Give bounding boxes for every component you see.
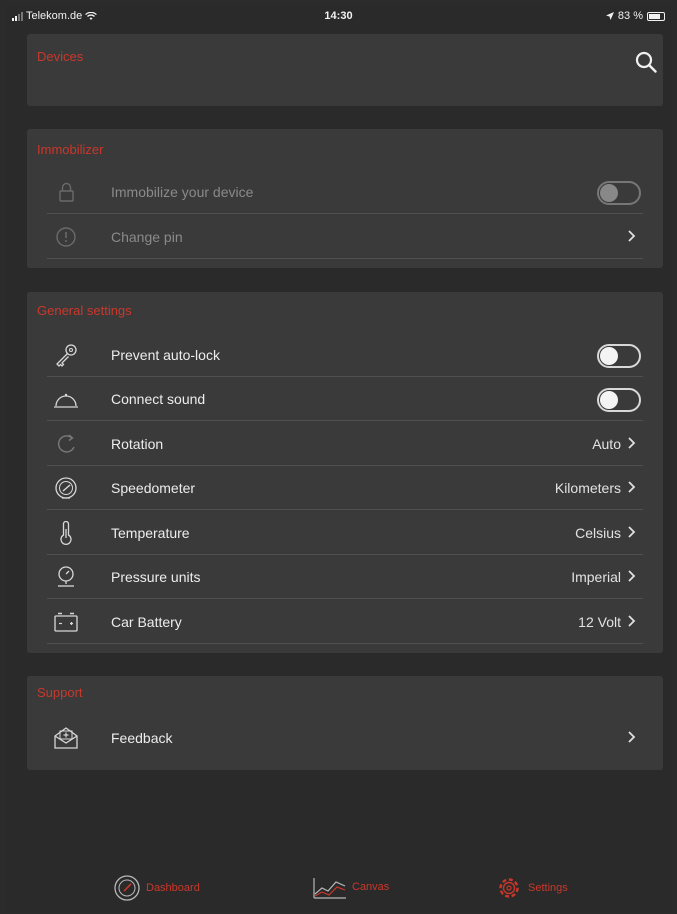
immobilize-device-row[interactable]: Immobilize your device <box>47 170 653 214</box>
car-battery-label: Car Battery <box>111 614 182 630</box>
immobilize-toggle[interactable] <box>597 181 641 205</box>
tab-dashboard-label: Dashboard <box>146 882 200 894</box>
clock: 14:30 <box>324 10 353 22</box>
prevent-auto-lock-toggle[interactable] <box>597 344 641 368</box>
dashboard-icon <box>114 875 140 901</box>
toggle-knob <box>600 184 618 202</box>
status-bar: Telekom.de 14:30 83 % <box>6 6 671 28</box>
key-icon <box>56 344 77 367</box>
search-icon[interactable] <box>635 51 657 73</box>
tab-canvas-label: Canvas <box>352 881 390 893</box>
speedometer-row[interactable]: Speedometer Kilometers <box>47 466 653 510</box>
toggle-knob <box>600 391 618 409</box>
feedback-row[interactable]: Feedback <box>47 716 653 760</box>
devices-title: Devices <box>37 49 84 64</box>
divider <box>47 509 643 510</box>
divider <box>47 420 643 421</box>
thermometer-icon <box>60 521 72 545</box>
connect-sound-label: Connect sound <box>111 391 206 407</box>
tab-settings-active[interactable]: Settings <box>494 874 568 902</box>
toggle-knob <box>600 347 618 365</box>
connect-sound-toggle[interactable] <box>597 388 641 412</box>
change-pin-label: Change pin <box>111 229 183 245</box>
chart-icon <box>313 878 346 899</box>
battery-icon <box>54 612 78 632</box>
chevron-right-icon <box>628 481 636 493</box>
pressure-units-row[interactable]: Pressure units Imperial <box>47 555 653 599</box>
divider <box>47 643 643 644</box>
prevent-auto-lock-row[interactable]: Prevent auto-lock <box>47 333 653 377</box>
temperature-label: Temperature <box>111 525 190 541</box>
chevron-right-icon <box>628 526 636 538</box>
pressure-units-label: Pressure units <box>111 569 201 585</box>
rotation-label: Rotation <box>111 436 164 452</box>
feedback-label: Feedback <box>111 730 173 746</box>
chevron-right-icon <box>628 731 636 743</box>
chevron-right-icon <box>628 615 636 627</box>
pin-icon <box>56 227 76 247</box>
change-pin-row[interactable]: Change pin <box>47 215 653 259</box>
app-frame: Telekom.de 14:30 83 % Devices Immobilize… <box>6 6 671 912</box>
speedometer-label: Speedometer <box>111 480 196 496</box>
tab-bar: Dashboard Canvas Settings <box>6 852 671 912</box>
tab-dashboard[interactable]: Dashboard <box>112 874 200 902</box>
car-battery-value: 12 Volt <box>578 614 621 630</box>
divider <box>47 213 643 214</box>
feedback-icon <box>54 727 78 749</box>
location-arrow-icon <box>605 12 614 20</box>
rotation-icon <box>57 434 75 453</box>
battery-status-icon <box>647 11 665 21</box>
chevron-right-icon <box>628 437 636 449</box>
speedometer-icon <box>55 477 77 499</box>
connect-sound-row[interactable]: Connect sound <box>47 377 653 421</box>
rotation-value: Auto <box>592 436 621 452</box>
chevron-right-icon <box>628 230 636 242</box>
tab-settings-label: Settings <box>528 882 568 894</box>
tab-canvas[interactable]: Canvas <box>312 874 389 900</box>
divider <box>47 598 643 599</box>
support-section: Support Feedback <box>27 676 663 770</box>
bell-icon <box>54 393 78 408</box>
pressure-icon <box>58 566 74 587</box>
rotation-row[interactable]: Rotation Auto <box>47 422 653 466</box>
general-settings-section: General settings Prevent auto-lock Conne… <box>27 292 663 653</box>
chevron-right-icon <box>628 570 636 582</box>
pressure-units-value: Imperial <box>571 569 621 585</box>
settings-gear-icon <box>499 878 519 898</box>
general-settings-title: General settings <box>37 303 132 318</box>
lock-icon <box>59 182 74 202</box>
car-battery-row[interactable]: Car Battery 12 Volt <box>47 600 653 644</box>
support-title: Support <box>37 685 83 700</box>
divider <box>47 258 643 259</box>
temperature-value: Celsius <box>575 525 621 541</box>
speedometer-value: Kilometers <box>554 480 621 496</box>
immobilize-label: Immobilize your device <box>111 184 254 200</box>
battery-percent: 83 % <box>617 10 643 22</box>
prevent-auto-lock-label: Prevent auto-lock <box>111 347 220 363</box>
devices-header: Devices <box>27 34 663 106</box>
temperature-row[interactable]: Temperature Celsius <box>47 511 653 555</box>
immobilizer-title: Immobilizer <box>37 142 104 157</box>
immobilizer-section: Immobilizer Immobilize your device Chang… <box>27 129 663 268</box>
